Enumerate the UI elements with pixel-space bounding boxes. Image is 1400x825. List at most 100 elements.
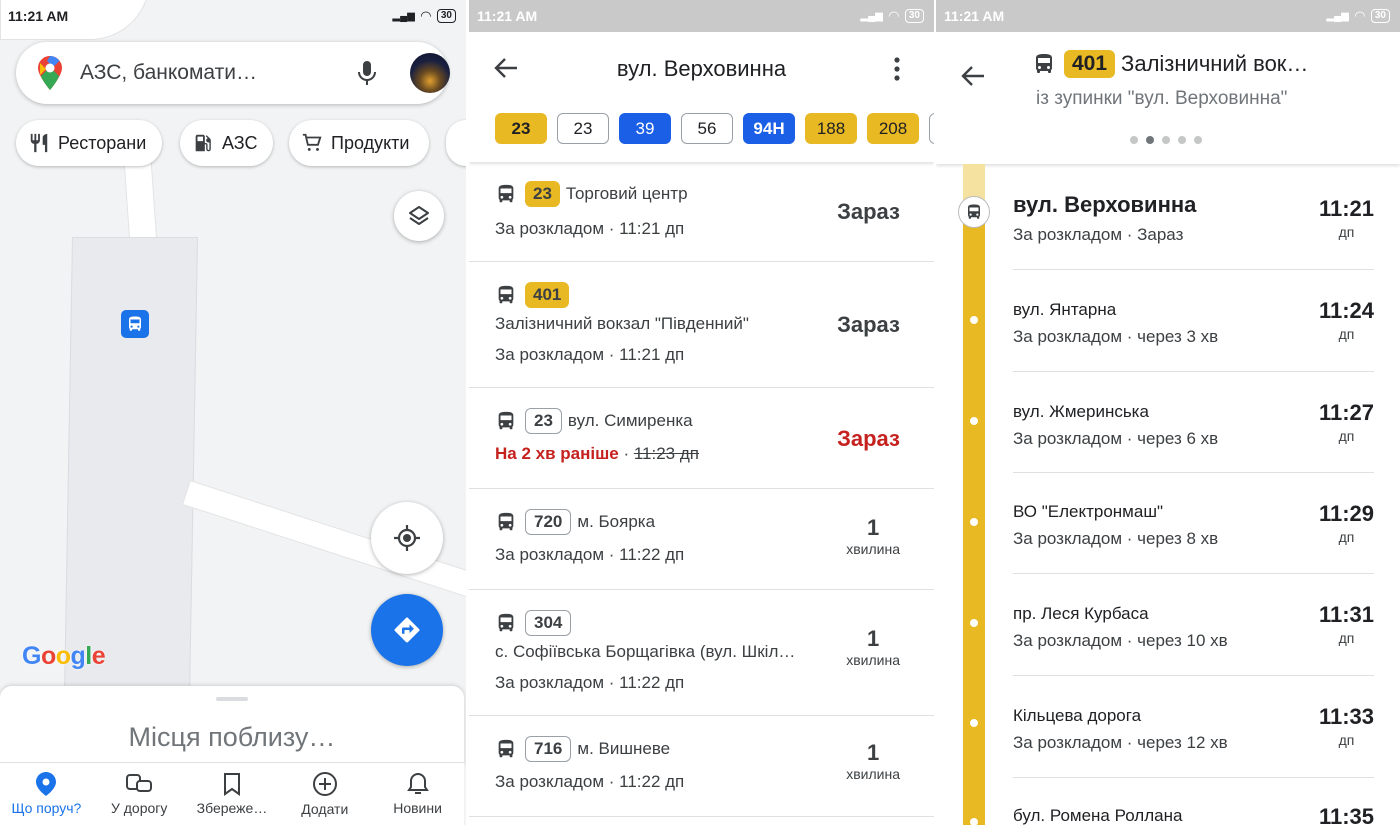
nav-updates[interactable]: Новини <box>371 763 464 825</box>
bottom-sheet[interactable]: Місця поблизу… <box>0 686 464 766</box>
status-bar: 11:21 AM ▂▄▆ ◠ 30 <box>469 0 934 32</box>
directions-icon <box>394 617 420 643</box>
route-chip[interactable]: 23 <box>557 113 609 144</box>
time-period: дп <box>1338 529 1355 545</box>
nav-label: Додати <box>301 801 349 817</box>
route-badge: 401 <box>1064 50 1116 78</box>
stop-dot <box>970 818 978 825</box>
departure-row[interactable]: 304 с. Софіївська Борщагівка (вул. Шкіл…… <box>469 590 934 716</box>
bus-icon <box>498 739 514 758</box>
trip-panel: 11:21 AM ▂▄▆ ◠ 30 401 Залізничний вок… і… <box>936 0 1400 825</box>
stop-row[interactable]: вул. Верховинна За розкладом · Зараз 11:… <box>1013 170 1374 270</box>
restaurant-icon <box>30 133 48 153</box>
map-building <box>63 237 199 697</box>
route-chip[interactable]: 23 <box>495 113 547 144</box>
cart-icon <box>302 133 322 151</box>
chip-restaurants[interactable]: Ресторани <box>16 120 163 166</box>
nav-label: Збереже… <box>196 800 268 816</box>
directions-button[interactable] <box>371 594 443 666</box>
page-dot <box>1130 136 1138 144</box>
my-location-button[interactable] <box>371 502 443 574</box>
departure-row[interactable]: 720 м. Боярка За розкладом · 11:22 дп 1х… <box>469 489 934 590</box>
signal-icon: ▂▄▆ <box>1326 10 1349 22</box>
time-value: 11:27 <box>1318 400 1374 425</box>
page-dot <box>1178 136 1186 144</box>
avatar[interactable] <box>410 53 450 93</box>
stop-row[interactable]: бул. Ромена Роллана 11:35 <box>1013 778 1374 825</box>
schedule-line: За розкладом · 11:21 дп <box>495 219 685 238</box>
early-notice: На 2 хв раніше <box>495 444 619 463</box>
page-dot-active <box>1146 136 1154 144</box>
nav-saved[interactable]: Збереже… <box>186 763 279 825</box>
stop-status: За розкладом · через 3 хв <box>1013 327 1219 346</box>
page-indicator[interactable] <box>1130 136 1202 144</box>
stop-panel: 11:21 AM ▂▄▆ ◠ 30 вул. Верховинна 23 23 … <box>469 0 934 825</box>
stop-status: За розкладом · Зараз <box>1013 225 1184 244</box>
signal-icon: ▂▄▆ <box>392 10 415 22</box>
nav-contribute[interactable]: Додати <box>278 763 371 825</box>
destination: м. Вишневе <box>577 739 671 758</box>
stop-row[interactable]: пр. Леся Курбаса За розкладом · через 10… <box>1013 574 1374 676</box>
stop-name: вул. Жмеринська <box>1013 402 1149 421</box>
schedule-line: За розкладом · 11:22 дп <box>495 772 685 791</box>
time-period: дп <box>1338 732 1355 748</box>
bus-icon <box>1036 54 1052 73</box>
stop-row[interactable]: вул. Жмеринська За розкладом · через 6 х… <box>1013 372 1374 473</box>
arrival-value: Зараз <box>837 312 900 337</box>
stop-row[interactable]: ВО "Електронмаш" За розкладом · через 8 … <box>1013 473 1374 574</box>
destination: вул. Симиренка <box>567 411 693 430</box>
stop-dot <box>970 719 978 727</box>
back-arrow-icon[interactable] <box>960 64 986 88</box>
departure-row[interactable]: 23 вул. Симиренка На 2 хв раніше · 11:23… <box>469 388 934 489</box>
stop-row[interactable]: вул. Янтарна За розкладом · через 3 хв 1… <box>1013 270 1374 372</box>
arrival-time: Зараз <box>837 426 900 452</box>
departure-row[interactable]: 23 Торговий центр За розкладом · 11:21 д… <box>469 163 934 262</box>
chip-gas-stations[interactable]: АЗС <box>180 120 274 166</box>
departure-row[interactable]: 716 м. Вишневе За розкладом · 11:22 дп 1… <box>469 716 934 817</box>
bus-stop-marker[interactable] <box>121 310 149 338</box>
layers-button[interactable] <box>394 191 444 241</box>
departure-row[interactable]: 401 Залізничний вокзал "Південний" За ро… <box>469 262 934 388</box>
search-input[interactable]: АЗС, банкомати… <box>80 61 257 85</box>
time-period: дп <box>1338 630 1355 646</box>
stop-time: 11:33 дп <box>1319 704 1374 748</box>
chip-label: Продукти <box>331 132 410 153</box>
route-chip[interactable]: 94Н <box>743 113 795 144</box>
route-chip[interactable]: 188 <box>805 113 857 144</box>
search-bar[interactable]: АЗС, банкомати… <box>16 42 450 104</box>
arrival-value: Зараз <box>837 426 900 451</box>
bus-icon <box>498 613 514 632</box>
nav-explore[interactable]: Що поруч? <box>0 763 93 825</box>
microphone-icon[interactable] <box>356 60 378 86</box>
stop-row[interactable]: Кільцева дорога За розкладом · через 12 … <box>1013 676 1374 778</box>
back-arrow-icon[interactable] <box>493 56 519 80</box>
add-circle-icon <box>312 772 337 796</box>
page-title: вул. Верховинна <box>616 56 787 81</box>
map-panel: 11:21 AM ▂▄▆ ◠ 30 АЗС, банкомати… Рестор… <box>0 0 466 825</box>
chip-groceries[interactable]: Продукти <box>289 120 430 166</box>
trip-subtitle: із зупинки "вул. Верховинна" <box>1036 88 1288 109</box>
status-icons: ▂▄▆ ◠ 30 <box>860 8 924 24</box>
stop-dot <box>970 518 978 526</box>
route-chip[interactable]: 208 <box>867 113 919 144</box>
route-chip[interactable]: 39 <box>619 113 671 144</box>
chip-more[interactable] <box>446 120 466 166</box>
trip-title: Залізничний вок… <box>1121 51 1309 76</box>
arrival-time: 1 хвилина <box>846 515 900 557</box>
time-value: 11:29 <box>1318 501 1374 526</box>
bus-icon <box>498 285 514 304</box>
destination: Торговий центр <box>565 184 688 203</box>
bus-icon <box>498 512 514 531</box>
location-pin-icon <box>36 772 57 796</box>
separator: · <box>623 444 634 463</box>
layers-icon <box>409 206 429 225</box>
signal-icon: ▂▄▆ <box>860 10 883 22</box>
stop-time: 11:21 дп <box>1319 196 1374 240</box>
route-chip[interactable]: 56 <box>681 113 733 144</box>
sheet-handle[interactable] <box>216 697 248 701</box>
stop-time: 11:24 дп <box>1319 298 1374 342</box>
more-vert-icon[interactable] <box>893 56 901 82</box>
nav-go[interactable]: У дорогу <box>93 763 186 825</box>
bottom-nav: Що поруч? У дорогу Збереже… Додати Новин… <box>0 762 464 825</box>
stop-name: Кільцева дорога <box>1013 706 1142 725</box>
